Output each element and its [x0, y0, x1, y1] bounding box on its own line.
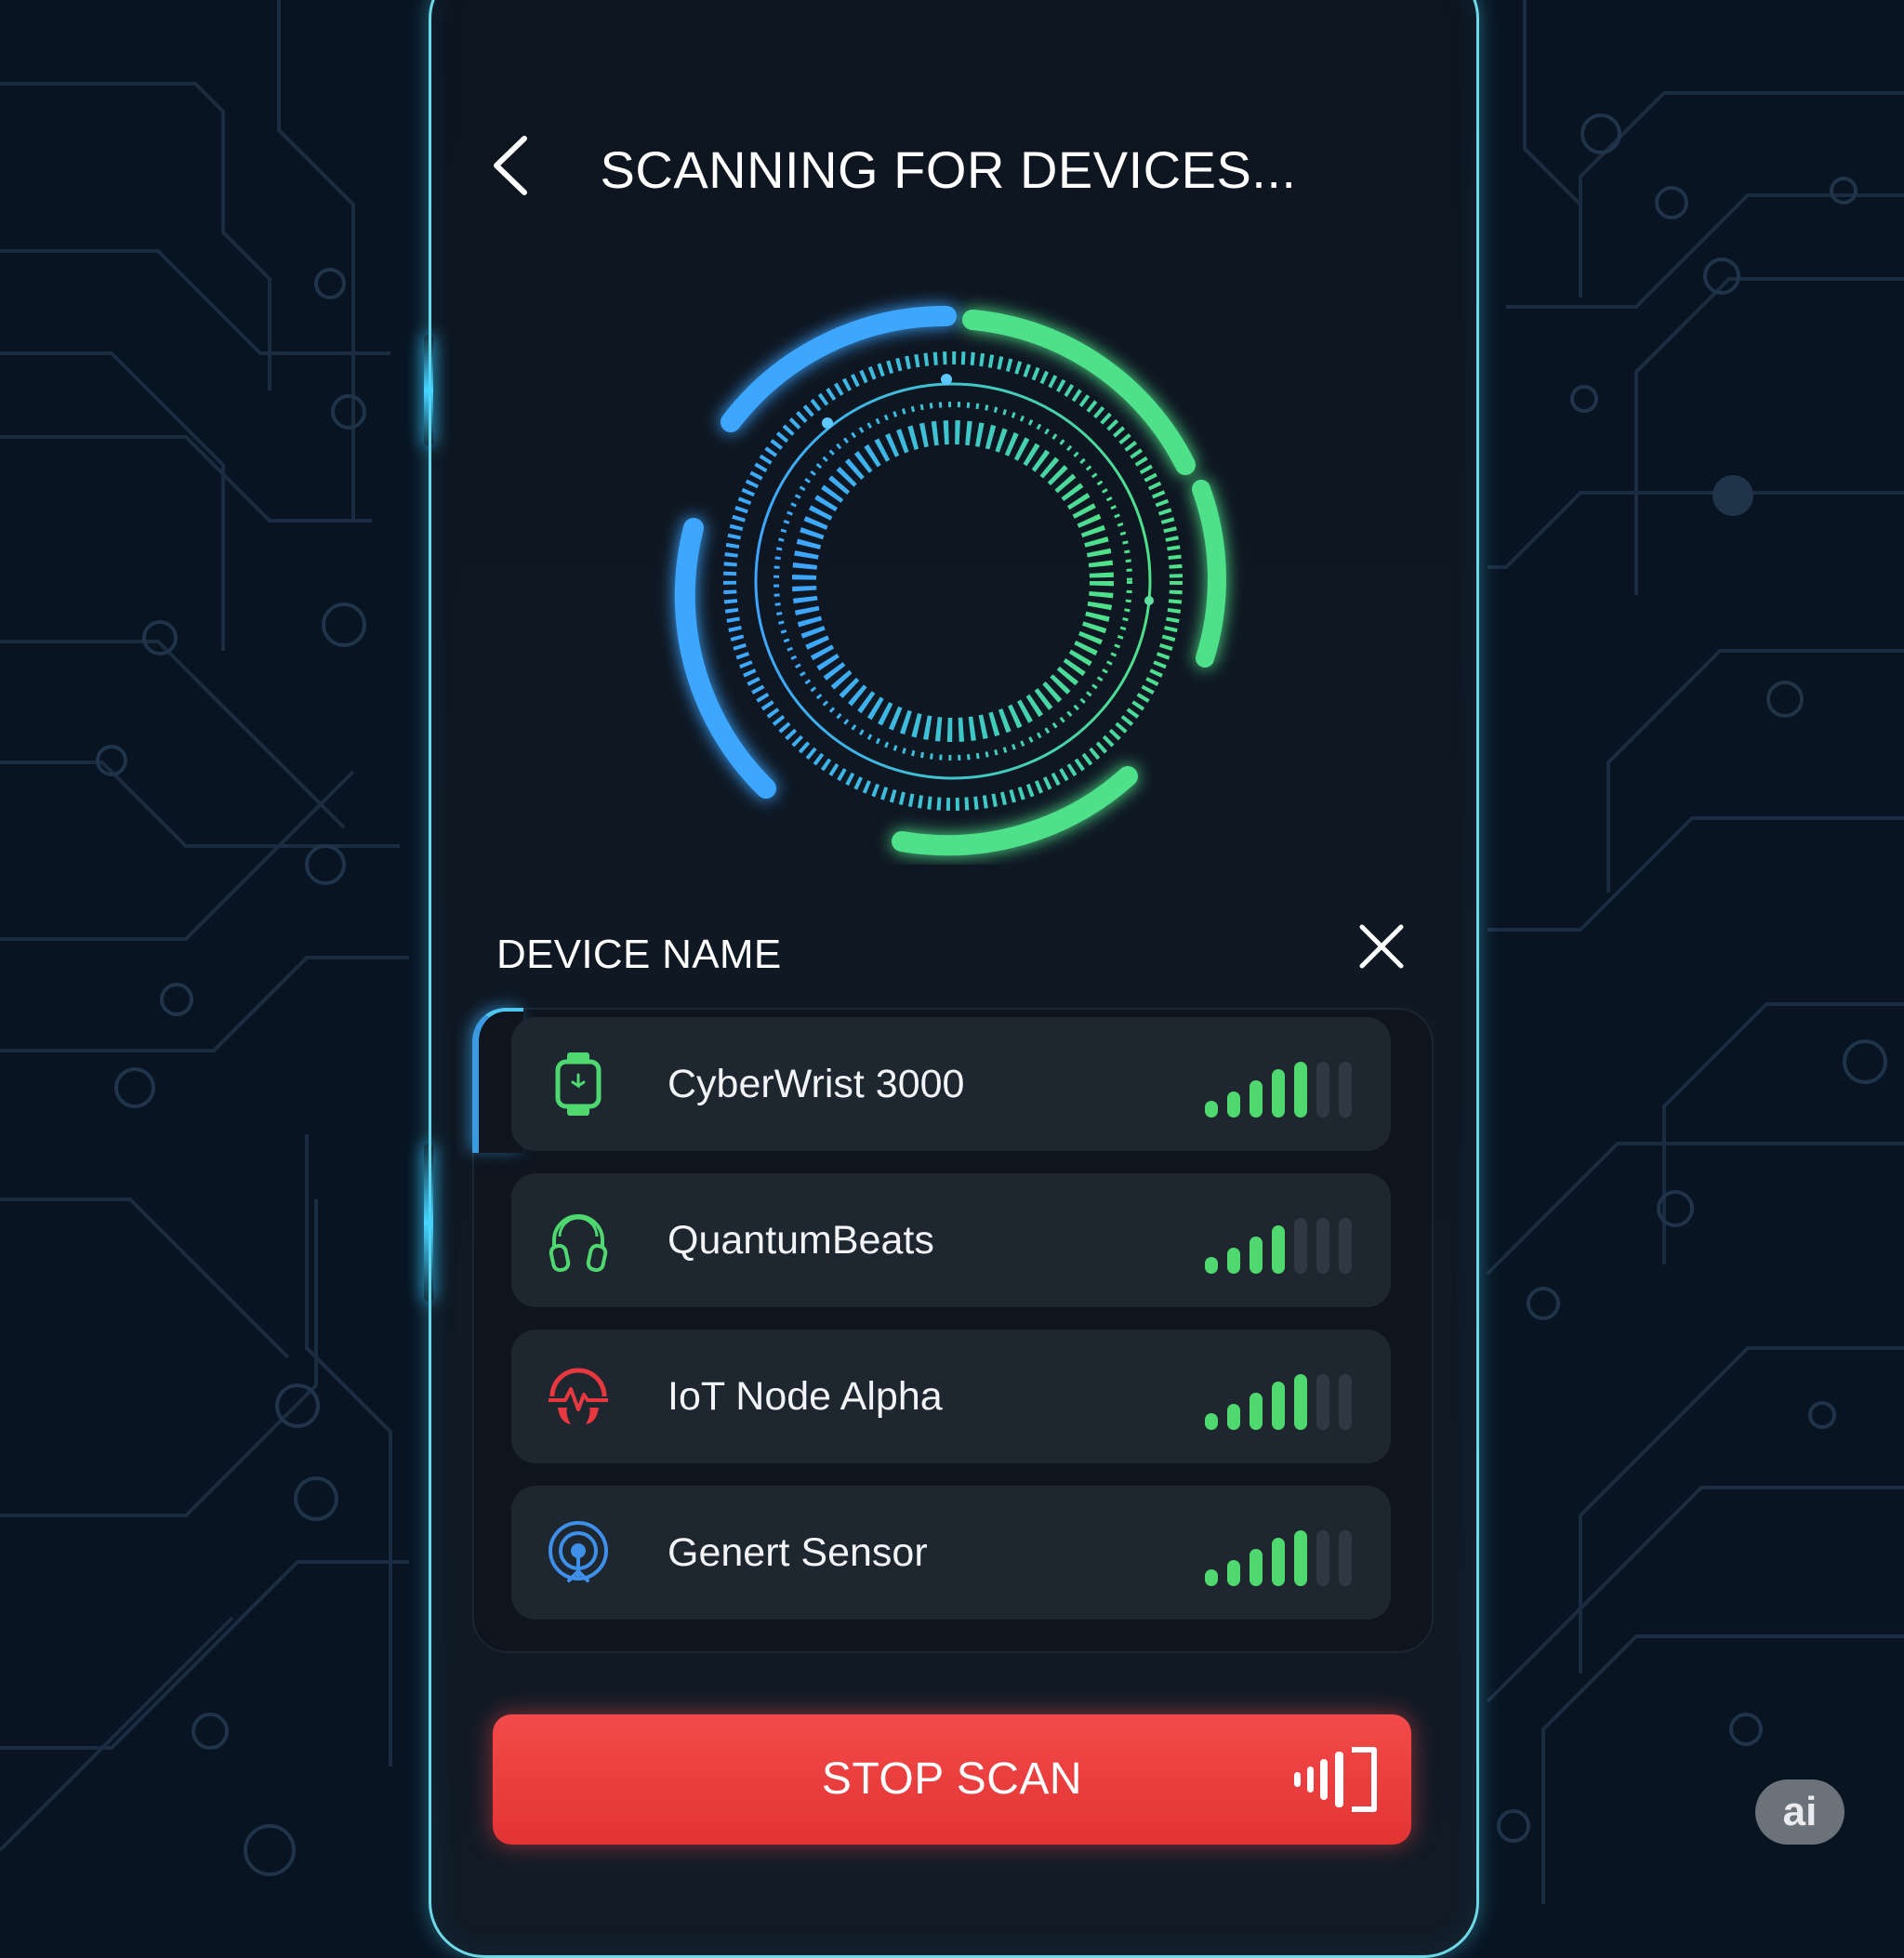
sensor-icon: [549, 1521, 608, 1582]
page-title: SCANNING FOR DEVICES...: [600, 140, 1297, 199]
heart-pulse-icon: [549, 1368, 608, 1424]
device-name: QuantumBeats: [668, 1218, 934, 1263]
signal-bar: [1316, 1218, 1329, 1274]
signal-bar: [1339, 1218, 1352, 1274]
signal-bar: [1250, 1549, 1263, 1586]
chevron-left-icon: [494, 136, 527, 195]
signal-bar: [1272, 1382, 1285, 1430]
signal-strength-indicator: [1205, 1363, 1363, 1430]
frame-glow-bottom: [424, 1144, 433, 1302]
stop-scan-label: STOP SCAN: [821, 1754, 1083, 1804]
signal-strength-indicator: [1205, 1051, 1363, 1118]
signal-bar: [1227, 1248, 1240, 1274]
signal-bar: [1272, 1538, 1285, 1586]
signal-bar: [1294, 1062, 1307, 1118]
signal-strength-indicator: [1205, 1519, 1363, 1586]
signal-bar: [1294, 1218, 1307, 1274]
signal-bar: [1205, 1257, 1218, 1274]
scan-signal-icon: [1294, 1747, 1377, 1812]
close-button[interactable]: [1355, 920, 1408, 972]
close-icon: [1359, 924, 1404, 969]
signal-bar: [1205, 1569, 1218, 1586]
signal-bar: [1227, 1404, 1240, 1430]
signal-bar: [1316, 1062, 1329, 1118]
signal-bar: [1250, 1237, 1263, 1274]
signal-strength-indicator: [1205, 1207, 1363, 1274]
device-row-genert-sensor[interactable]: Genert Sensor: [511, 1486, 1391, 1620]
signal-bar: [1272, 1225, 1285, 1274]
signal-bar: [1294, 1374, 1307, 1430]
smartwatch-icon: [555, 1052, 602, 1116]
device-row-cyberwrist[interactable]: CyberWrist 3000: [511, 1017, 1391, 1151]
signal-bar: [1205, 1101, 1218, 1118]
signal-bar: [1205, 1413, 1218, 1430]
signal-bar: [1250, 1393, 1263, 1430]
signal-bar: [1294, 1530, 1307, 1586]
signal-bar: [1316, 1374, 1329, 1430]
signal-bar: [1316, 1530, 1329, 1586]
signal-bar: [1250, 1080, 1263, 1118]
device-name: IoT Node Alpha: [668, 1374, 943, 1419]
device-row-quantumbeats[interactable]: QuantumBeats: [511, 1173, 1391, 1307]
signal-bar: [1272, 1069, 1285, 1118]
headphones-icon: [549, 1214, 608, 1273]
device-name: Genert Sensor: [668, 1530, 928, 1575]
device-row-iot-node-alpha[interactable]: IoT Node Alpha: [511, 1330, 1391, 1463]
signal-bar: [1339, 1374, 1352, 1430]
device-list-heading: DEVICE NAME: [496, 932, 782, 977]
frame-glow-top: [424, 335, 433, 446]
signal-bar: [1339, 1530, 1352, 1586]
device-name: CyberWrist 3000: [668, 1062, 965, 1106]
stop-scan-button[interactable]: STOP SCAN: [493, 1714, 1411, 1845]
ai-badge: ai: [1755, 1779, 1844, 1845]
radar-ring-icon: [674, 305, 1226, 856]
back-button[interactable]: [482, 130, 537, 201]
signal-bar: [1339, 1062, 1352, 1118]
signal-bar: [1227, 1091, 1240, 1118]
signal-bar: [1227, 1560, 1240, 1586]
